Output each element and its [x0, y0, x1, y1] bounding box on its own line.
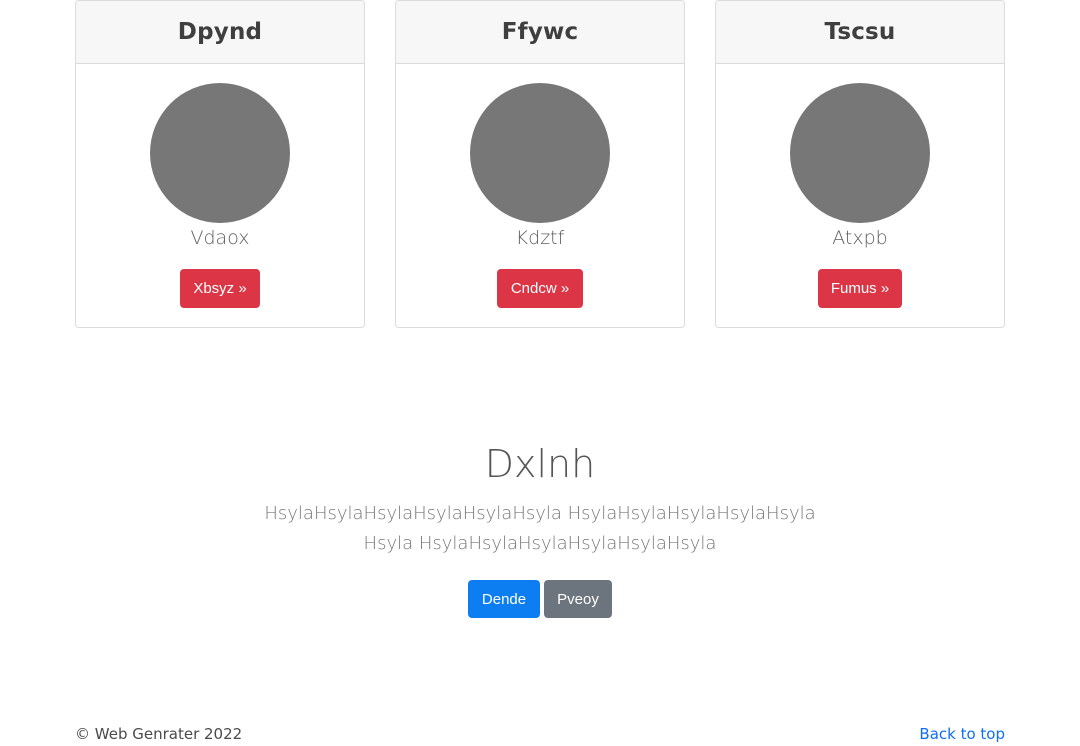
card-header: Dpynd	[76, 1, 364, 64]
card-title: Dpynd	[177, 19, 263, 45]
card-title: Ffywc	[501, 19, 579, 45]
avatar-placeholder	[150, 83, 290, 223]
secondary-button[interactable]: Pveoy	[544, 580, 612, 618]
card-text: Kdztf	[515, 227, 565, 249]
card-1-button[interactable]: Xbsyz »	[180, 269, 260, 308]
card-text: Vdaox	[190, 227, 250, 249]
card-text: Atxpb	[832, 227, 888, 249]
hero-title: Dxlnh	[484, 442, 596, 486]
card-2: Ffywc Kdztf Cndcw »	[395, 0, 685, 328]
card-3: Tscsu Atxpb Fumus »	[715, 0, 1005, 328]
avatar-placeholder	[470, 83, 610, 223]
primary-button[interactable]: Dende	[468, 580, 540, 618]
card-title: Tscsu	[824, 19, 896, 45]
avatar-placeholder	[790, 83, 930, 223]
card-3-button[interactable]: Fumus »	[818, 269, 902, 308]
hero-body: HsylaHsylaHsylaHsylaHsylaHsyla HsylaHsyl…	[264, 503, 816, 554]
back-to-top-link[interactable]: Back to top	[919, 725, 1005, 743]
page: Dpynd Vdaox Xbsyz » Ffywc Kdztf Cndcw » …	[0, 0, 1080, 746]
card-1: Dpynd Vdaox Xbsyz »	[75, 0, 365, 328]
footer-copyright: © Web Genrater 2022	[75, 725, 243, 743]
card-header: Tscsu	[716, 1, 1004, 64]
card-header: Ffywc	[396, 1, 684, 64]
card-2-button[interactable]: Cndcw »	[497, 269, 583, 308]
